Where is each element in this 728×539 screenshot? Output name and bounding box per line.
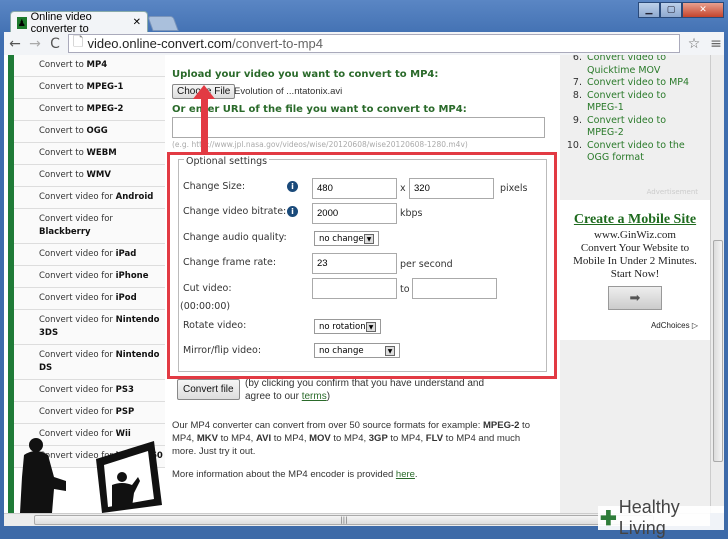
- reload-icon[interactable]: C: [48, 36, 62, 52]
- related-links-list: 6. Convert video to Quicktime MOV 7. Conver…: [560, 55, 710, 165]
- related-link[interactable]: 6. Convert video to Quicktime MOV: [560, 55, 710, 77]
- video-silhouette-illustration: [20, 438, 162, 513]
- list-number: 6.: [572, 55, 582, 63]
- sidebar-item[interactable]: Convert to WEBM: [14, 143, 165, 165]
- terms-confirmation: (by clicking you confirm that you have u…: [245, 378, 485, 402]
- window-controls: ▁ ▢ ✕: [638, 2, 724, 18]
- list-number: 9.: [572, 114, 582, 126]
- tab-title: Online video converter to: [30, 10, 92, 35]
- menu-icon[interactable]: ≡: [708, 36, 724, 52]
- close-window-button[interactable]: ✕: [682, 2, 724, 18]
- related-link[interactable]: 7. Convert video to MP4: [560, 77, 710, 90]
- related-link-text[interactable]: Convert video to MP4: [587, 77, 710, 90]
- ad-title[interactable]: Create a Mobile Site: [560, 213, 710, 227]
- related-link[interactable]: 9. Convert video to MPEG-2: [560, 115, 710, 140]
- bookmark-star-icon[interactable]: ☆: [686, 36, 702, 52]
- related-link-text[interactable]: Convert video to MPEG-1: [587, 90, 710, 115]
- ad-site: www.GinWiz.com: [594, 229, 676, 241]
- vertical-scroll-thumb[interactable]: [713, 240, 723, 462]
- here-link[interactable]: here: [396, 469, 415, 480]
- ad-body: Convert Your Website to Mobile In Under …: [573, 242, 697, 280]
- selected-file-name: Evolution of ...ntatonix.avi: [234, 86, 343, 97]
- sidebar-nav: Convert to MP4 Convert to MPEG-1 Convert t…: [14, 55, 165, 468]
- ad-arrow-button[interactable]: ➡: [608, 286, 662, 310]
- sidebar-item[interactable]: Convert video for iPad: [14, 244, 165, 266]
- related-link[interactable]: 8. Convert video to MPEG-1: [560, 90, 710, 115]
- sidebar-item[interactable]: Convert video for PS3: [14, 380, 165, 402]
- site-favicon-icon: ♟: [17, 16, 27, 29]
- back-icon[interactable]: ←: [8, 36, 22, 52]
- sidebar-item[interactable]: Convert video for Blackberry: [14, 209, 165, 244]
- page-icon: 🗋: [73, 33, 84, 49]
- url-host: video.online-convert.com: [87, 36, 232, 51]
- ad-panel[interactable]: Create a Mobile Site www.GinWiz.com Conv…: [560, 200, 710, 340]
- url-example: (e.g. http://www.jpl.nasa.gov/videos/wis…: [172, 140, 468, 149]
- related-link[interactable]: 10. Convert video to the OGG format: [560, 140, 710, 165]
- horizontal-scroll-thumb[interactable]: |||: [34, 515, 654, 525]
- related-link-text[interactable]: Convert video to the OGG format: [587, 140, 710, 165]
- browser-tab[interactable]: ♟ Online video converter to ✕: [10, 10, 148, 35]
- minimize-button[interactable]: ▁: [638, 2, 660, 18]
- new-tab-button[interactable]: [147, 16, 179, 31]
- address-bar[interactable]: 🗋 video.online-convert.com/convert-to-mp…: [68, 34, 680, 53]
- convert-file-button[interactable]: Convert file: [177, 379, 240, 400]
- sidebar-item[interactable]: Convert video for Android: [14, 187, 165, 209]
- sidebar-item[interactable]: Convert to MPEG-2: [14, 99, 165, 121]
- sidebar-item[interactable]: Convert to MP4: [14, 55, 165, 77]
- sidebar-item[interactable]: Convert to MPEG-1: [14, 77, 165, 99]
- sidebar-item[interactable]: Convert video for Nintendo 3DS: [14, 310, 165, 345]
- sidebar-item[interactable]: Convert video for iPhone: [14, 266, 165, 288]
- more-info: More information about the MP4 encoder i…: [172, 469, 418, 480]
- page-content: Convert to MP4 Convert to MPEG-1 Convert t…: [4, 55, 710, 513]
- url-input[interactable]: [172, 117, 545, 138]
- converter-description: Our MP4 converter can convert from over …: [172, 420, 530, 457]
- right-column: 6. Convert video to Quicktime MOV 7. Conver…: [560, 55, 710, 513]
- terms-link[interactable]: terms: [302, 391, 327, 402]
- sidebar-item[interactable]: Convert video for PSP: [14, 402, 165, 424]
- advertisement-label: Advertisement: [646, 188, 698, 196]
- upload-heading: Upload your video you want to convert to…: [172, 69, 439, 80]
- related-link-text[interactable]: Convert video to Quicktime MOV: [587, 55, 710, 77]
- url-heading: Or enter URL of the file you want to con…: [172, 104, 467, 115]
- list-number: 10.: [566, 139, 582, 151]
- sidebar-item[interactable]: Convert to WMV: [14, 165, 165, 187]
- sidebar-item[interactable]: Convert video for Nintendo DS: [14, 345, 165, 380]
- vertical-scrollbar[interactable]: [710, 55, 724, 513]
- tab-close-icon[interactable]: ✕: [133, 17, 141, 28]
- browser-window: ▁ ▢ ✕ ♟ Online video converter to ✕ ← → …: [0, 0, 728, 538]
- url-path: /convert-to-mp4: [231, 36, 324, 51]
- related-link-text[interactable]: Convert video to MPEG-2: [587, 115, 710, 140]
- healthy-living-watermark: ✚ Healthy Living: [598, 497, 724, 538]
- plus-logo-icon: ✚: [600, 507, 617, 530]
- maximize-button[interactable]: ▢: [660, 2, 682, 18]
- adchoices-link[interactable]: AdChoices ▷: [651, 319, 698, 332]
- forward-icon[interactable]: →: [28, 36, 42, 52]
- sidebar-item[interactable]: Convert video for iPod: [14, 288, 165, 310]
- browser-toolbar: ← → C 🗋 video.online-convert.com/convert…: [4, 32, 724, 55]
- highlight-box: [167, 152, 557, 379]
- sidebar-item[interactable]: Convert to OGG: [14, 121, 165, 143]
- red-arrow-shaft: [201, 95, 208, 152]
- list-number: 7.: [572, 77, 582, 88]
- list-number: 8.: [572, 89, 582, 101]
